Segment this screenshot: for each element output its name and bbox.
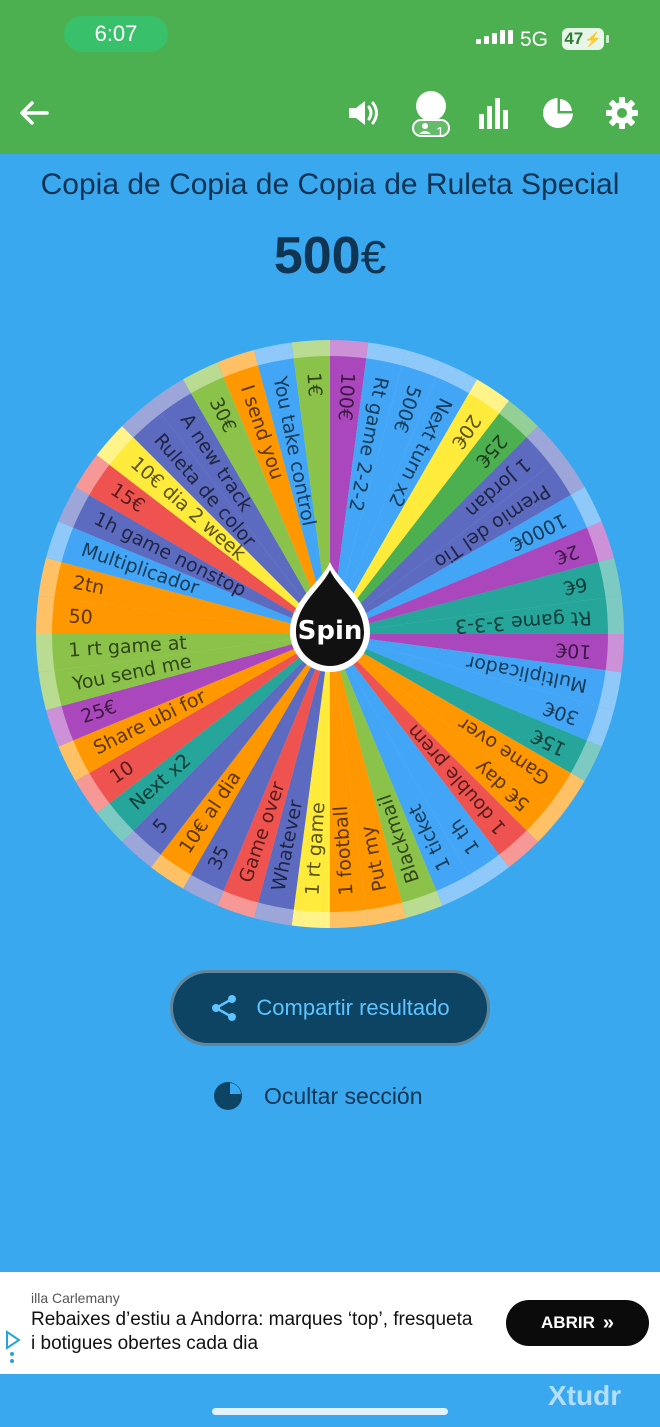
hide-section-button[interactable]: Ocultar sección [212,1080,423,1112]
sound-button[interactable] [344,72,384,154]
battery-level: 47 [564,29,584,48]
players-icon [412,91,450,137]
volume-icon [349,101,378,125]
wheel-segment-label: 50 [68,605,94,629]
signal-icon [476,30,513,44]
network-type: 5G [520,28,549,51]
hide-section-label: Ocultar sección [264,1082,423,1109]
spin-button[interactable]: Spin [282,560,378,680]
ad-open-button[interactable]: ABRIR » [506,1300,649,1346]
arrow-left-icon [20,101,49,125]
wheel-segment-label: 10€ [554,638,592,662]
amount-currency: € [360,231,387,283]
wheel-segment-label: 1€ [302,372,326,398]
wheel-segment-label: 100€ [333,372,358,422]
page-title: Copia de Copia de Copia de Ruleta Specia… [40,168,620,201]
home-indicator [212,1408,448,1415]
top-toolbar: 1 [0,72,660,154]
status-time: 6:07 [64,16,168,52]
share-icon [212,995,237,1021]
ad-open-label: ABRIR [541,1313,595,1332]
spin-label: Spin [297,616,363,646]
status-bar: 6:07 5G 47 ⚡ [0,0,660,72]
amount-display: 500€ [0,226,660,286]
settings-button[interactable] [602,72,642,154]
gear-icon [606,97,638,129]
bar-chart-icon [479,98,508,129]
ad-source: illa Carlemany [31,1290,120,1306]
sections-button[interactable] [538,72,578,154]
players-count: 1 [436,124,445,141]
players-button[interactable]: 1 [406,72,454,154]
stats-button[interactable] [476,72,512,154]
double-chevron-right-icon: » [602,1311,614,1334]
adchoices-icon[interactable] [4,1330,22,1370]
pie-chart-icon [214,1082,242,1110]
battery-icon: 47 ⚡ [562,28,609,50]
share-result-label: Compartir resultado [256,995,450,1020]
amount-value: 500 [273,227,361,285]
share-result-button[interactable]: Compartir resultado [170,970,490,1046]
back-button[interactable] [14,72,54,154]
ad-headline[interactable]: Rebaixes d’estiu a Andorra: marques ‘top… [31,1308,481,1356]
pie-chart-icon [543,97,574,128]
wheel-segment-label: 6€ [561,573,589,599]
watermark-logo: Xtudr [548,1380,622,1411]
